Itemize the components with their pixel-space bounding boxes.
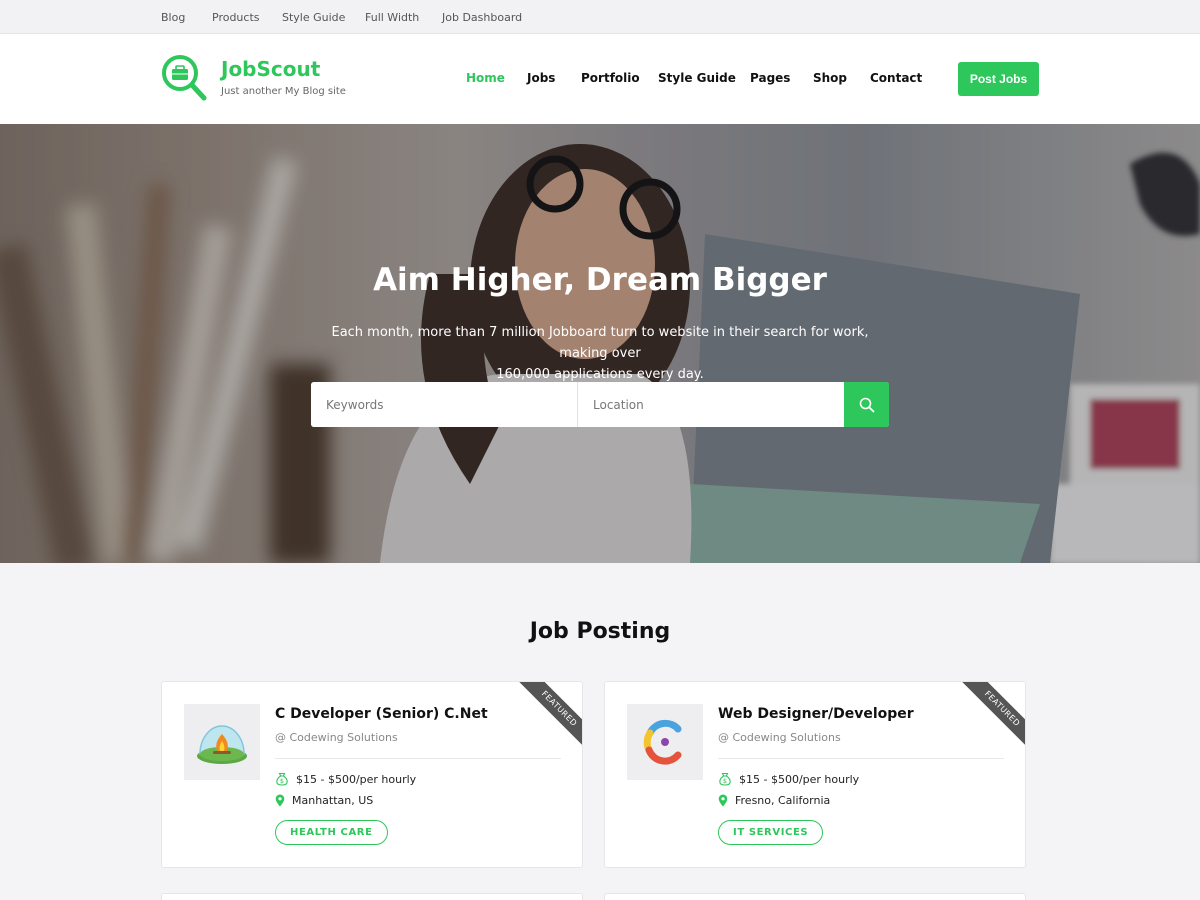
magnifier-briefcase-logo-icon[interactable] <box>161 54 207 102</box>
hero-title: Aim Higher, Dream Bigger <box>373 262 827 298</box>
site-tagline: Just another My Blog site <box>221 86 346 97</box>
map-pin-icon <box>275 794 285 806</box>
featured-ribbon: FEATURED <box>953 682 1025 754</box>
company-name: @ Codewing Solutions <box>718 731 841 744</box>
map-pin-icon <box>718 794 728 806</box>
nav-item-contact[interactable]: Contact <box>870 71 922 85</box>
location-input[interactable] <box>578 382 844 427</box>
location-row: Manhattan, US <box>275 792 373 808</box>
nav-item-pages[interactable]: Pages <box>750 71 790 85</box>
job-card[interactable]: Web Designer/Developer @ Codewing Soluti… <box>604 681 1026 868</box>
topbar-link-blog[interactable]: Blog <box>161 11 185 24</box>
nav-item-jobs[interactable]: Jobs <box>527 71 555 85</box>
svg-text:$: $ <box>280 777 284 785</box>
search-button[interactable] <box>844 382 889 427</box>
letter-c-logo-icon <box>643 719 682 765</box>
salary-text: $15 - $500/per hourly <box>739 772 860 786</box>
topbar-link-style-guide[interactable]: Style Guide <box>282 11 345 24</box>
topbar-link-full-width[interactable]: Full Width <box>365 11 419 24</box>
hero-subtitle: Each month, more than 7 million Jobboard… <box>310 322 890 385</box>
company-logo[interactable] <box>184 704 260 780</box>
job-card-partial[interactable] <box>604 893 1026 900</box>
company-logo[interactable] <box>627 704 703 780</box>
section-title-job-posting: Job Posting <box>529 619 671 644</box>
card-divider <box>718 758 1004 759</box>
salary-row: $ $15 - $500/per hourly <box>275 771 416 787</box>
topbar-link-products[interactable]: Products <box>212 11 260 24</box>
post-jobs-button[interactable]: Post Jobs <box>958 62 1039 96</box>
salary-row: $ $15 - $500/per hourly <box>718 771 859 787</box>
money-bag-icon: $ <box>719 772 731 786</box>
job-search-form <box>311 382 889 427</box>
job-card[interactable]: C Developer (Senior) C.Net @ Codewing So… <box>161 681 583 868</box>
job-card-partial[interactable] <box>161 893 583 900</box>
salary-text: $15 - $500/per hourly <box>296 772 417 786</box>
company-name: @ Codewing Solutions <box>275 731 398 744</box>
hero-subtitle-line-1: Each month, more than 7 million Jobboard… <box>331 325 869 361</box>
featured-ribbon: FEATURED <box>510 682 582 754</box>
nav-item-portfolio[interactable]: Portfolio <box>581 71 640 85</box>
nav-item-shop[interactable]: Shop <box>813 71 847 85</box>
nav-item-home[interactable]: Home <box>466 71 505 85</box>
card-divider <box>275 758 561 759</box>
campfire-dome-icon <box>197 725 247 764</box>
location-row: Fresno, California <box>718 792 830 808</box>
category-tag[interactable]: HEALTH CARE <box>275 820 388 845</box>
featured-ribbon-label: FEATURED <box>513 682 582 754</box>
site-title[interactable]: JobScout <box>221 57 320 81</box>
job-title[interactable]: C Developer (Senior) C.Net <box>275 706 488 722</box>
nav-item-style-guide[interactable]: Style Guide <box>658 71 736 85</box>
site-header: JobScout Just another My Blog site Home … <box>0 34 1200 124</box>
job-title[interactable]: Web Designer/Developer <box>718 706 914 722</box>
location-text: Fresno, California <box>735 793 831 807</box>
search-icon <box>859 397 874 412</box>
hero-banner: Aim Higher, Dream Bigger Each month, mor… <box>0 124 1200 563</box>
location-text: Manhattan, US <box>292 793 374 807</box>
topbar-link-job-dashboard[interactable]: Job Dashboard <box>442 11 522 24</box>
featured-ribbon-label: FEATURED <box>956 682 1025 754</box>
top-bar: Blog Products Style Guide Full Width Job… <box>0 0 1200 34</box>
svg-text:$: $ <box>723 777 727 785</box>
keywords-input[interactable] <box>311 382 577 427</box>
hero-subtitle-line-2: 160,000 applications every day. <box>496 367 704 382</box>
category-tag[interactable]: IT SERVICES <box>718 820 824 845</box>
money-bag-icon: $ <box>276 772 288 786</box>
